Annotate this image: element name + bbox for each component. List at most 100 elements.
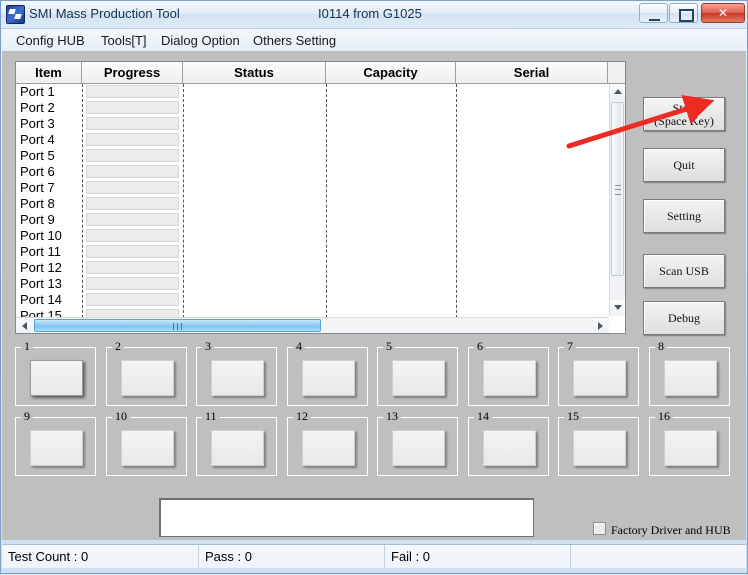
- table-row[interactable]: Port 8: [16, 196, 625, 212]
- column-header-progress[interactable]: Progress: [82, 62, 183, 83]
- setting-button[interactable]: Setting: [643, 199, 725, 233]
- port-slot-11[interactable]: 11: [196, 410, 277, 476]
- table-row[interactable]: Port 7: [16, 180, 625, 196]
- cell-progress-bar: [86, 197, 179, 210]
- table-row[interactable]: Port 13: [16, 276, 625, 292]
- table-row[interactable]: Port 4: [16, 132, 625, 148]
- column-header-capacity[interactable]: Capacity: [326, 62, 456, 83]
- minimize-icon: [649, 16, 660, 21]
- vertical-scrollbar[interactable]: [609, 84, 625, 316]
- menu-item-dialog-option[interactable]: Dialog Option: [157, 32, 244, 49]
- application-window: SMI Mass Production Tool I0114 from G102…: [0, 0, 748, 574]
- vertical-scroll-thumb[interactable]: [611, 102, 624, 276]
- table-row[interactable]: Port 3: [16, 116, 625, 132]
- port-slot-2[interactable]: 2: [106, 340, 187, 406]
- port-slot-indicator[interactable]: [483, 430, 536, 466]
- port-slot-indicator[interactable]: [573, 430, 626, 466]
- window-subtitle: I0114 from G1025: [318, 6, 422, 21]
- port-slot-indicator[interactable]: [121, 360, 174, 396]
- cell-item: Port 6: [20, 164, 55, 179]
- table-row[interactable]: Port 1: [16, 84, 625, 100]
- checkbox-icon[interactable]: [593, 522, 606, 535]
- port-slot-label: 5: [383, 340, 395, 352]
- port-slot-indicator[interactable]: [30, 360, 83, 396]
- cell-item: Port 4: [20, 132, 55, 147]
- port-slot-indicator[interactable]: [121, 430, 174, 466]
- log-textarea[interactable]: [159, 498, 534, 537]
- port-slot-10[interactable]: 10: [106, 410, 187, 476]
- cell-item: Port 7: [20, 180, 55, 195]
- scan-usb-button-label: Scan USB: [659, 264, 709, 278]
- port-slot-label: 2: [112, 340, 124, 352]
- port-slot-indicator[interactable]: [483, 360, 536, 396]
- port-slot-indicator[interactable]: [302, 360, 355, 396]
- app-icon: [6, 5, 25, 24]
- table-row[interactable]: Port 2: [16, 100, 625, 116]
- port-slot-3[interactable]: 3: [196, 340, 277, 406]
- cell-item: Port 12: [20, 260, 62, 275]
- port-list-body[interactable]: Port 1 Port 2 Port 3 Port 4 Port 5 Port 6 Port…: [16, 84, 625, 333]
- port-slot-16[interactable]: 16: [649, 410, 730, 476]
- port-slot-5[interactable]: 5: [377, 340, 458, 406]
- cell-item: Port 1: [20, 84, 55, 99]
- port-slot-indicator[interactable]: [392, 360, 445, 396]
- factory-driver-checkbox[interactable]: Factory Driver and HUB: [593, 522, 731, 538]
- port-slot-15[interactable]: 15: [558, 410, 639, 476]
- table-row[interactable]: Port 11: [16, 244, 625, 260]
- scroll-up-arrow-icon[interactable]: [610, 84, 625, 100]
- close-button[interactable]: ✕: [701, 3, 745, 23]
- cell-progress-bar: [86, 85, 179, 98]
- horizontal-scrollbar[interactable]: [16, 317, 609, 333]
- port-slot-12[interactable]: 12: [287, 410, 368, 476]
- menu-item-tools[interactable]: Tools[T]: [97, 32, 151, 49]
- port-slot-indicator[interactable]: [211, 360, 264, 396]
- client-area: Item Progress Status Capacity Serial Por…: [2, 51, 746, 540]
- scroll-right-arrow-icon[interactable]: [593, 318, 609, 333]
- scroll-left-arrow-icon[interactable]: [16, 318, 32, 333]
- menu-item-others-setting[interactable]: Others Setting: [249, 32, 340, 49]
- cell-progress-bar: [86, 261, 179, 274]
- table-row[interactable]: Port 9: [16, 212, 625, 228]
- port-slot-indicator[interactable]: [302, 430, 355, 466]
- quit-button[interactable]: Quit: [643, 148, 725, 182]
- port-slot-label: 8: [655, 340, 667, 352]
- start-button[interactable]: Start (Space Key): [643, 97, 725, 131]
- column-header-status[interactable]: Status: [183, 62, 326, 83]
- port-slot-1[interactable]: 1: [15, 340, 96, 406]
- scan-usb-button[interactable]: Scan USB: [643, 254, 725, 288]
- port-slot-13[interactable]: 13: [377, 410, 458, 476]
- port-slot-6[interactable]: 6: [468, 340, 549, 406]
- cell-progress-bar: [86, 117, 179, 130]
- port-slot-4[interactable]: 4: [287, 340, 368, 406]
- column-header-item[interactable]: Item: [16, 62, 82, 83]
- cell-progress-bar: [86, 229, 179, 242]
- menu-item-config-hub[interactable]: Config HUB: [12, 32, 89, 49]
- port-slot-label: 15: [564, 410, 582, 422]
- port-slot-indicator[interactable]: [664, 360, 717, 396]
- port-slot-indicator[interactable]: [664, 430, 717, 466]
- port-slot-indicator[interactable]: [573, 360, 626, 396]
- port-list[interactable]: Item Progress Status Capacity Serial Por…: [15, 61, 626, 334]
- port-slot-8[interactable]: 8: [649, 340, 730, 406]
- maximize-button[interactable]: [669, 3, 698, 23]
- table-row[interactable]: Port 12: [16, 260, 625, 276]
- scroll-down-arrow-icon[interactable]: [610, 300, 625, 316]
- cell-item: Port 3: [20, 116, 55, 131]
- port-slot-indicator[interactable]: [211, 430, 264, 466]
- column-header-serial[interactable]: Serial: [456, 62, 608, 83]
- port-slot-label: 1: [21, 340, 33, 352]
- port-slot-label: 11: [202, 410, 220, 422]
- table-row[interactable]: Port 10: [16, 228, 625, 244]
- minimize-button[interactable]: [639, 3, 668, 23]
- port-slot-indicator[interactable]: [392, 430, 445, 466]
- table-row[interactable]: Port 6: [16, 164, 625, 180]
- port-slot-indicator[interactable]: [30, 430, 83, 466]
- debug-button[interactable]: Debug: [643, 301, 725, 335]
- table-row[interactable]: Port 14: [16, 292, 625, 308]
- port-slot-9[interactable]: 9: [15, 410, 96, 476]
- close-icon: ✕: [717, 6, 729, 20]
- horizontal-scroll-thumb[interactable]: [34, 319, 321, 332]
- port-slot-7[interactable]: 7: [558, 340, 639, 406]
- port-slot-14[interactable]: 14: [468, 410, 549, 476]
- table-row[interactable]: Port 5: [16, 148, 625, 164]
